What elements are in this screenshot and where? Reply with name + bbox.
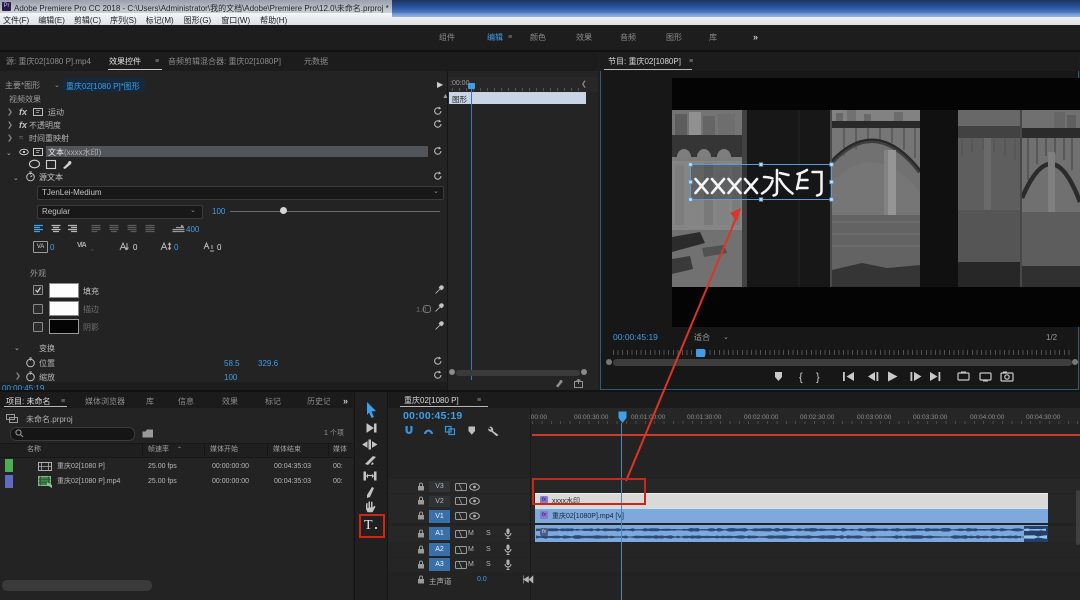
svg-text:}: }	[816, 372, 820, 384]
svg-text:{: {	[799, 372, 803, 384]
svg-text:T: T	[364, 518, 373, 533]
